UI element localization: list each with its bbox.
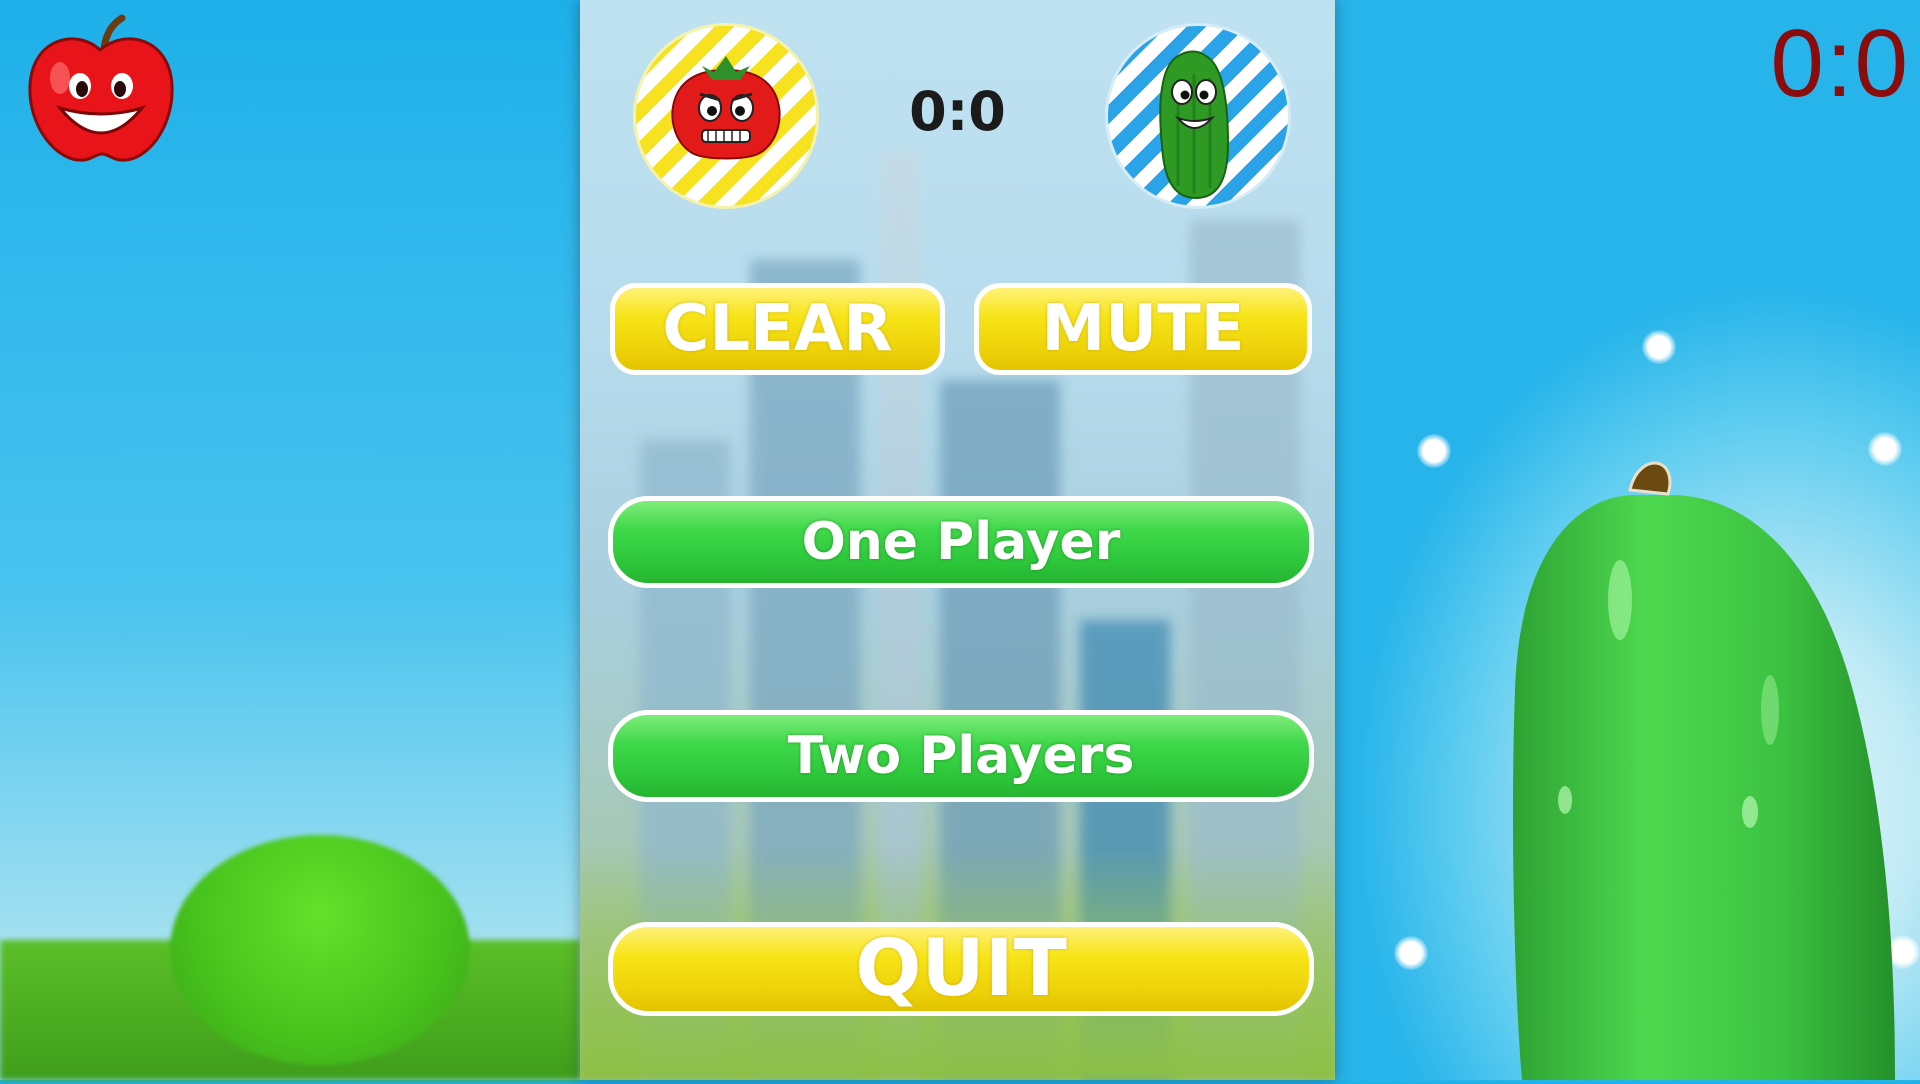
sparkle [1642,330,1676,364]
sparkle [1417,434,1451,468]
corner-score: 0:0 [1770,10,1910,117]
quit-button[interactable]: QUIT [608,922,1314,1016]
menu-panel: 0:0 CLEAR MUTE One Player Two Players QU… [580,0,1335,1080]
two-players-button[interactable]: Two Players [608,710,1314,802]
player1-avatar[interactable] [636,26,816,206]
cucumber-character [1500,460,1910,1080]
clear-button[interactable]: CLEAR [610,283,945,375]
score-display: 0:0 [909,80,1006,143]
mute-button[interactable]: MUTE [974,283,1312,375]
sparkle [1394,936,1428,970]
player2-avatar[interactable] [1108,26,1288,206]
one-player-button[interactable]: One Player [608,496,1314,588]
tomato-icon [671,56,781,160]
apple-icon[interactable] [22,8,180,168]
cucumber-icon [1159,50,1230,200]
green-hill [170,835,470,1065]
